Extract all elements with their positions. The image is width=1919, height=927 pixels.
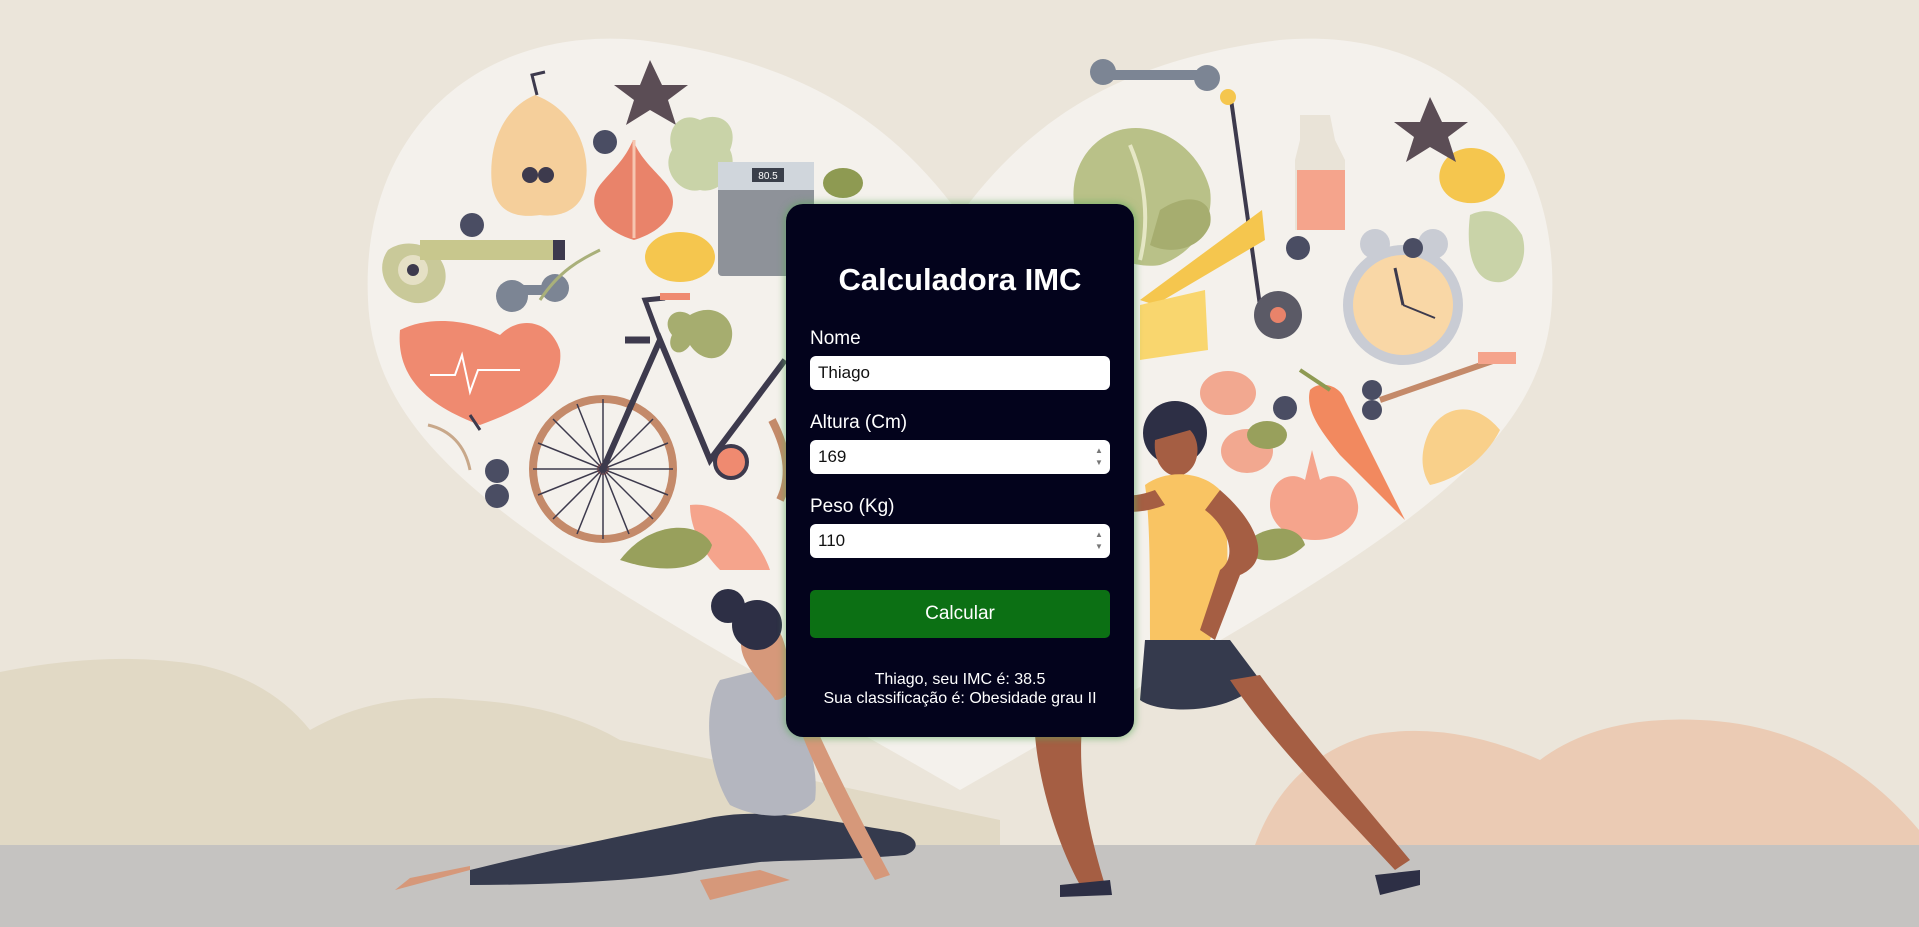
scale-display-text: 80.5 bbox=[758, 171, 778, 182]
result-panel: Thiago, seu IMC é: 38.5 Sua classificaçã… bbox=[810, 670, 1110, 708]
weight-field-wrapper: ▲ ▼ bbox=[810, 524, 1110, 558]
name-input[interactable] bbox=[810, 356, 1110, 390]
page-stage: 80.5 Calculadora IMC Nome Thiago Altura … bbox=[0, 0, 1919, 927]
height-label: Altura (Cm) bbox=[810, 412, 908, 433]
calculate-button[interactable]: Calcular bbox=[810, 590, 1110, 638]
spin-up-icon[interactable]: ▲ bbox=[1095, 446, 1103, 456]
bmi-calculator-card: Calculadora IMC Nome Altura (Cm) ▲ ▼ Pes… bbox=[786, 204, 1134, 737]
name-field-wrapper bbox=[810, 356, 1110, 390]
spin-down-icon[interactable]: ▼ bbox=[1095, 458, 1103, 468]
page-title: Calculadora IMC bbox=[838, 262, 1082, 297]
weight-spinner[interactable]: ▲ ▼ bbox=[1092, 530, 1106, 552]
weight-label: Peso (Kg) bbox=[810, 496, 895, 517]
height-field-wrapper: ▲ ▼ bbox=[810, 440, 1110, 474]
height-input[interactable] bbox=[810, 440, 1110, 474]
spin-up-icon[interactable]: ▲ bbox=[1095, 530, 1103, 540]
weight-input[interactable] bbox=[810, 524, 1110, 558]
result-bmi-text: Thiago, seu IMC é: 38.5 bbox=[874, 671, 1046, 688]
name-label: Nome bbox=[810, 328, 861, 349]
spin-down-icon[interactable]: ▼ bbox=[1095, 542, 1103, 552]
height-spinner[interactable]: ▲ ▼ bbox=[1092, 446, 1106, 468]
result-classification-text: Sua classificação é: Obesidade grau II bbox=[823, 690, 1097, 707]
